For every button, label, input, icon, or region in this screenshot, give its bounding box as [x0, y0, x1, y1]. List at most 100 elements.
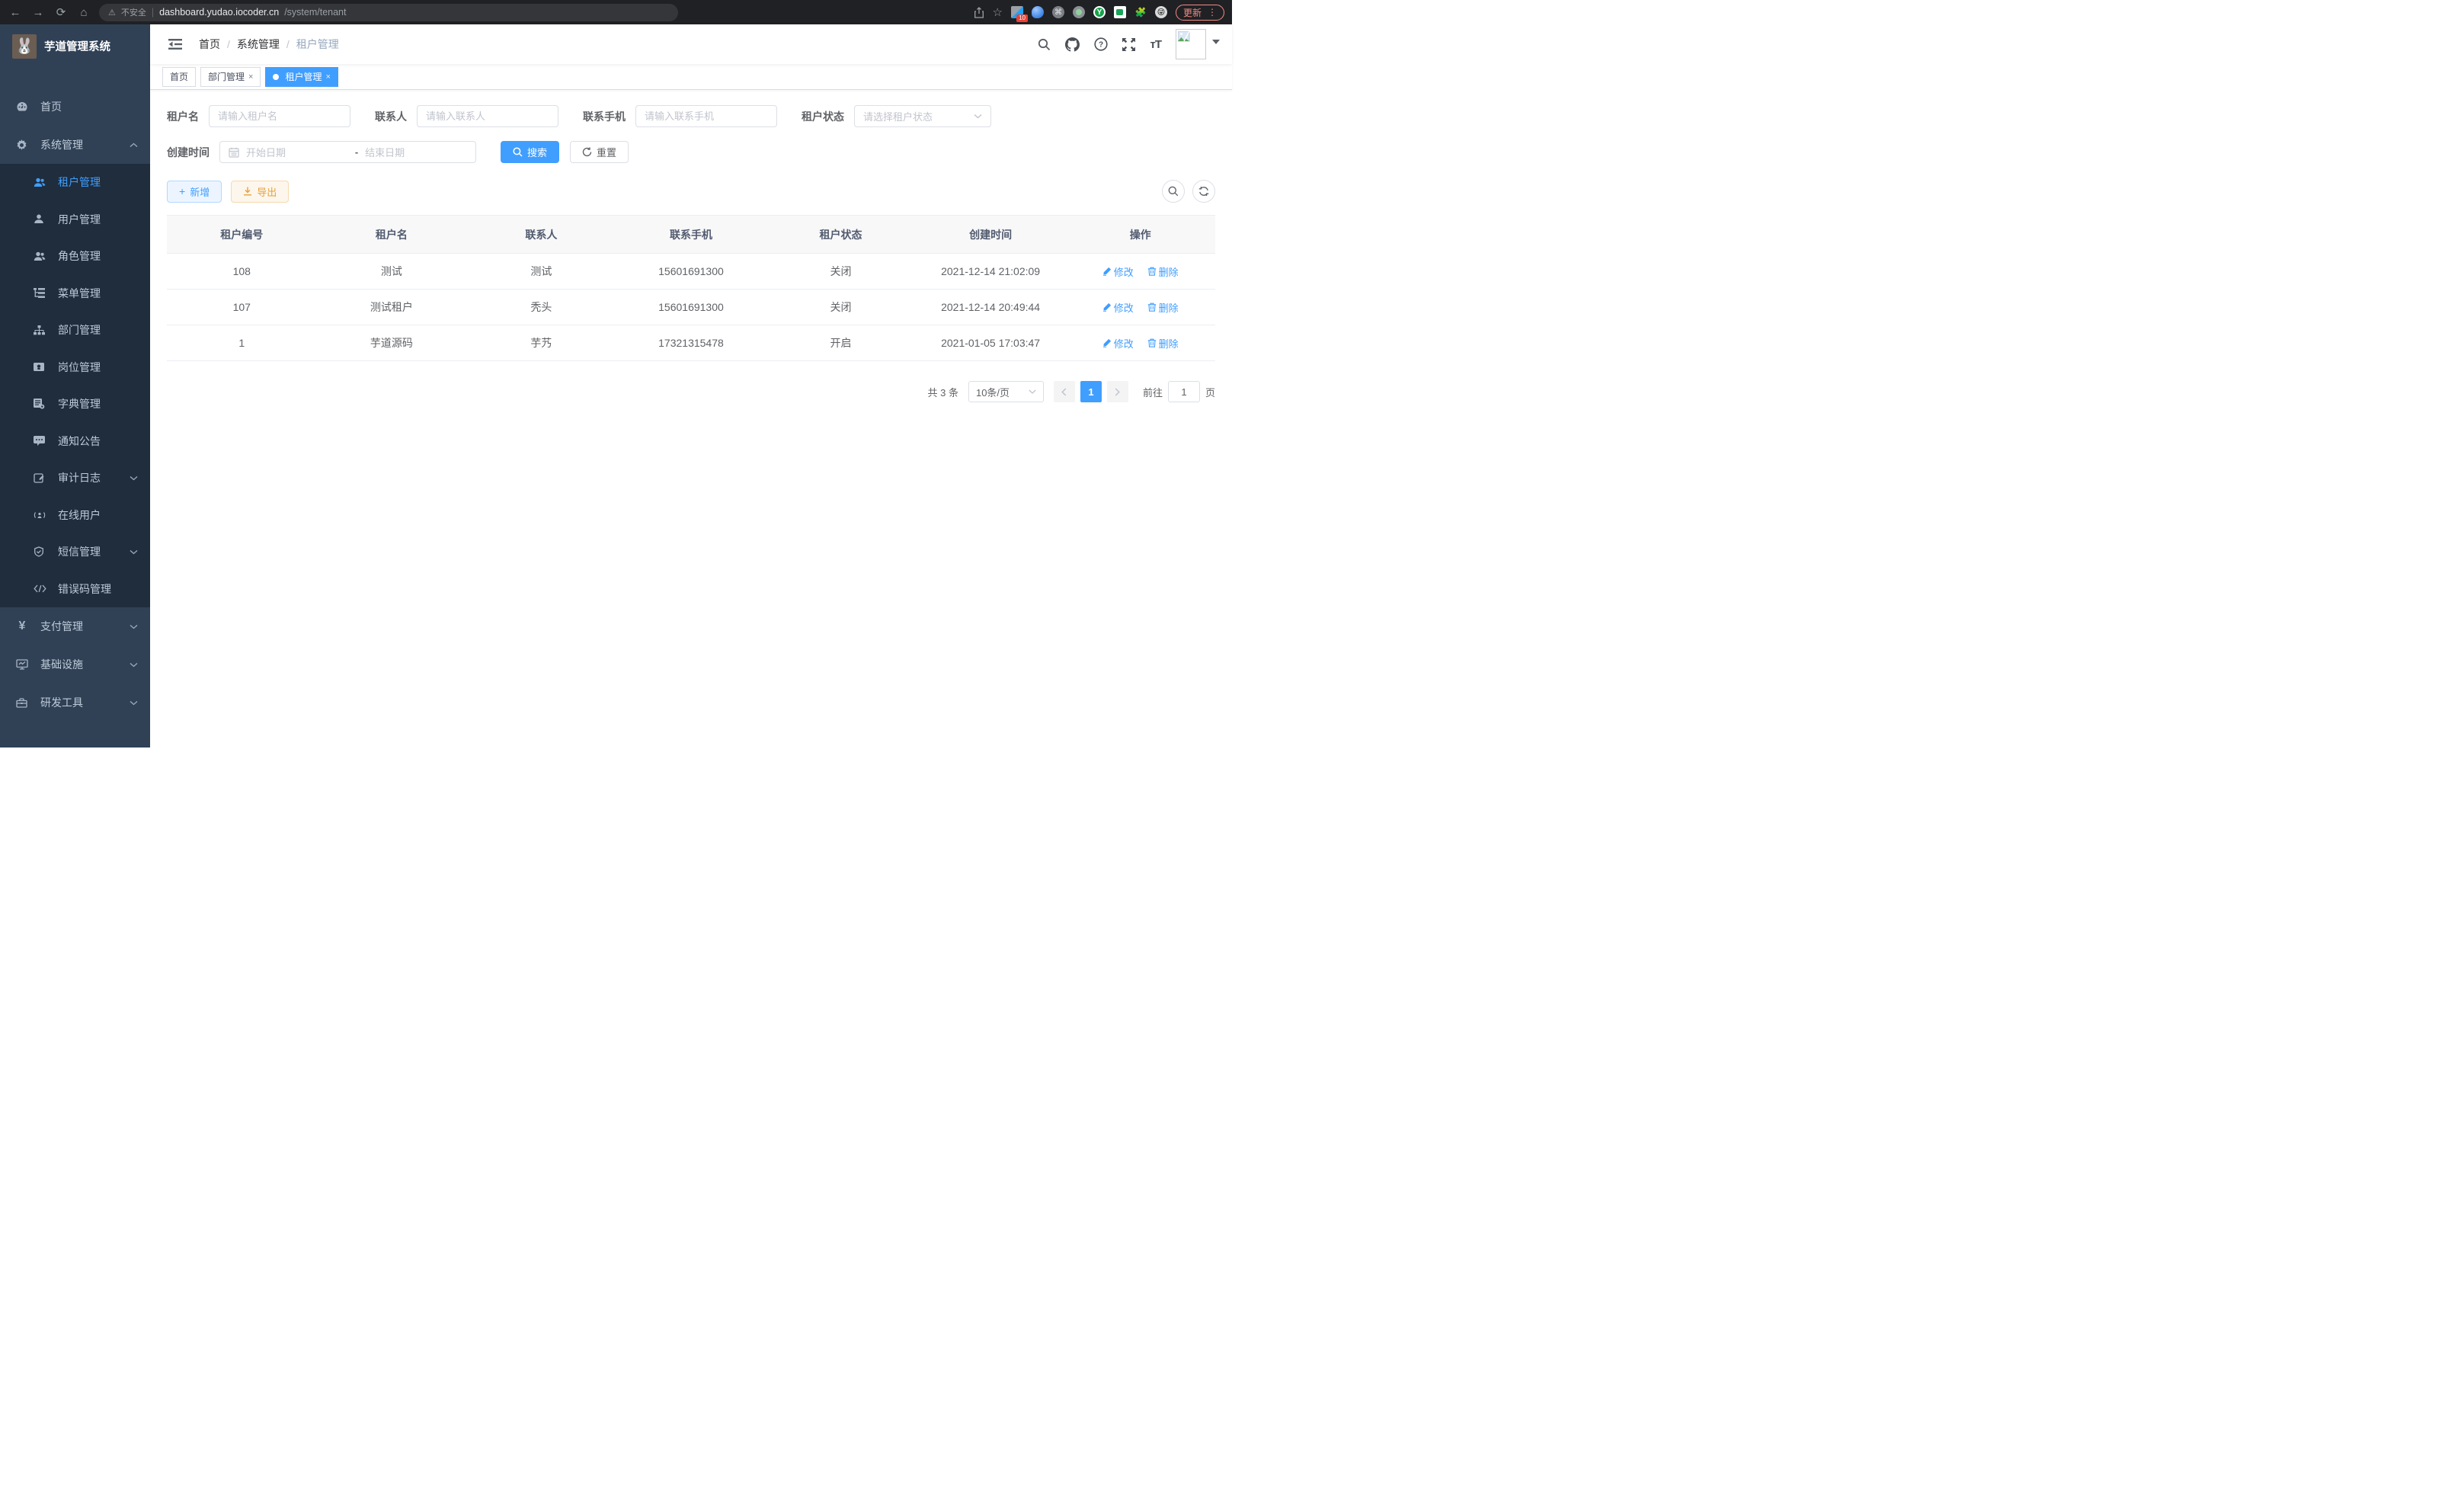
breadcrumb-home[interactable]: 首页 — [199, 37, 220, 52]
delete-button[interactable]: 删除 — [1147, 300, 1179, 315]
sidebar-item-notice[interactable]: 通知公告 — [0, 423, 150, 460]
url-path: /system/tenant — [284, 7, 346, 18]
toggle-search-button[interactable] — [1162, 180, 1185, 203]
sidebar-collapse-icon[interactable] — [162, 38, 188, 50]
next-page-button[interactable] — [1107, 381, 1128, 402]
browser-menu-icon[interactable]: ⋮ — [1208, 7, 1217, 18]
address-bar[interactable]: ⚠ 不安全 | dashboard.yudao.iocoder.cn/syste… — [99, 4, 678, 21]
tag-dept[interactable]: 部门管理 × — [200, 67, 261, 87]
close-icon[interactable]: × — [325, 72, 330, 82]
page-unit-label: 页 — [1205, 385, 1215, 399]
browser-chrome: ← → ⟳ ⌂ ⚠ 不安全 | dashboard.yudao.iocoder.… — [0, 0, 1232, 24]
edit-button[interactable]: 修改 — [1102, 264, 1134, 279]
sidebar-item-online-users[interactable]: 在线用户 — [0, 497, 150, 534]
breadcrumb-separator: / — [286, 38, 290, 50]
browser-forward-icon[interactable]: → — [30, 6, 46, 19]
header-search-icon[interactable] — [1038, 38, 1051, 51]
tag-home[interactable]: 首页 — [162, 67, 196, 87]
refresh-table-button[interactable] — [1192, 180, 1215, 203]
add-button[interactable]: + 新增 — [167, 181, 222, 203]
date-end-placeholder[interactable]: 结束日期 — [365, 145, 467, 159]
sidebar-item-role[interactable]: 角色管理 — [0, 238, 150, 275]
extension-puzzle-icon[interactable]: 🧩 — [1134, 6, 1147, 18]
extension-chat-icon[interactable] — [1114, 6, 1126, 18]
sidebar-item-menu[interactable]: 菜单管理 — [0, 275, 150, 312]
extension-pin-icon[interactable] — [1032, 6, 1044, 18]
refresh-icon — [582, 147, 592, 157]
user-avatar[interactable] — [1176, 29, 1220, 59]
sidebar-item-label: 短信管理 — [58, 544, 101, 559]
browser-home-icon[interactable]: ⌂ — [76, 6, 91, 19]
sidebar-item-label: 错误码管理 — [58, 581, 111, 597]
extension-dot-icon[interactable] — [1073, 6, 1085, 18]
mobile-input[interactable] — [645, 110, 768, 122]
sidebar-item-home[interactable]: 首页 — [0, 88, 150, 126]
avatar-image-placeholder — [1176, 29, 1206, 59]
col-mobile: 联系手机 — [616, 216, 766, 254]
sidebar-item-label: 基础设施 — [40, 657, 83, 672]
sidebar-item-dept[interactable]: 部门管理 — [0, 312, 150, 349]
sidebar-item-audit-log[interactable]: 审计日志 — [0, 459, 150, 497]
breadcrumb-system[interactable]: 系统管理 — [237, 37, 280, 52]
search-button[interactable]: 搜索 — [501, 141, 559, 163]
edit-note-icon — [34, 472, 46, 483]
trash-icon — [1147, 338, 1157, 347]
code-icon — [34, 584, 46, 593]
edit-button[interactable]: 修改 — [1102, 300, 1134, 315]
sidebar-item-system[interactable]: 系统管理 — [0, 126, 150, 164]
dictionary-icon — [34, 399, 46, 409]
font-size-icon[interactable]: ᴛT — [1150, 38, 1161, 51]
browser-reload-icon[interactable]: ⟳ — [53, 5, 69, 19]
create-time-range-picker[interactable]: 开始日期 - 结束日期 — [219, 141, 476, 163]
github-icon[interactable] — [1065, 37, 1080, 52]
badge-icon — [34, 362, 46, 372]
sidebar-item-dict[interactable]: 字典管理 — [0, 386, 150, 423]
app-logo-row[interactable]: 🐰 芋道管理系统 — [0, 24, 150, 68]
reset-button[interactable]: 重置 — [570, 141, 629, 163]
sidebar-item-sms[interactable]: 短信管理 — [0, 533, 150, 571]
chevron-down-icon — [1029, 389, 1036, 394]
extension-emoji-icon[interactable]: 😜 — [1155, 6, 1167, 18]
browser-update-button[interactable]: 更新 ⋮ — [1176, 5, 1224, 21]
extension-tabs-icon[interactable]: 10 — [1011, 6, 1023, 18]
address-separator: | — [152, 7, 154, 18]
not-secure-label: 不安全 — [121, 6, 146, 18]
sidebar-item-payment[interactable]: ¥ 支付管理 — [0, 607, 150, 645]
fullscreen-icon[interactable] — [1122, 38, 1135, 51]
col-actions: 操作 — [1065, 216, 1215, 254]
contact-input[interactable] — [426, 110, 549, 122]
dashboard-icon — [16, 101, 28, 113]
calendar-icon — [229, 147, 239, 158]
help-icon[interactable]: ? — [1094, 37, 1108, 51]
avatar-dropdown-caret-icon[interactable] — [1212, 40, 1220, 44]
tag-tenant[interactable]: 租户管理 × — [265, 67, 338, 87]
goto-page-input[interactable] — [1168, 381, 1200, 402]
page-size-select[interactable]: 10条/页 — [968, 381, 1044, 402]
sidebar-item-error-code[interactable]: 错误码管理 — [0, 571, 150, 608]
extension-command-icon[interactable]: ⌘ — [1052, 6, 1064, 18]
status-select[interactable]: 请选择租户状态 — [854, 105, 991, 127]
sidebar-item-user[interactable]: 用户管理 — [0, 201, 150, 238]
date-start-placeholder[interactable]: 开始日期 — [246, 145, 348, 159]
delete-button[interactable]: 删除 — [1147, 336, 1179, 351]
people-icon — [34, 251, 46, 261]
tenant-name-input-wrap — [209, 105, 350, 127]
tenant-name-input[interactable] — [218, 110, 341, 122]
close-icon[interactable]: × — [248, 72, 253, 82]
share-icon[interactable] — [974, 7, 984, 18]
edit-button[interactable]: 修改 — [1102, 336, 1134, 351]
pagination-total: 共 3 条 — [928, 385, 958, 399]
sidebar-item-dev-tools[interactable]: 研发工具 — [0, 683, 150, 722]
extension-y-icon[interactable]: Y — [1093, 6, 1106, 18]
sidebar-item-post[interactable]: 岗位管理 — [0, 349, 150, 386]
bookmark-star-icon[interactable]: ☆ — [993, 5, 1003, 19]
sidebar-item-infra[interactable]: 基础设施 — [0, 645, 150, 683]
mobile-input-wrap — [635, 105, 777, 127]
browser-back-icon[interactable]: ← — [8, 6, 23, 19]
chevron-down-icon — [130, 662, 138, 667]
export-button[interactable]: 导出 — [231, 181, 289, 203]
prev-page-button[interactable] — [1054, 381, 1075, 402]
delete-button[interactable]: 删除 — [1147, 264, 1179, 279]
sidebar-item-tenant[interactable]: 租户管理 — [0, 164, 150, 201]
page-number-1[interactable]: 1 — [1080, 381, 1102, 402]
